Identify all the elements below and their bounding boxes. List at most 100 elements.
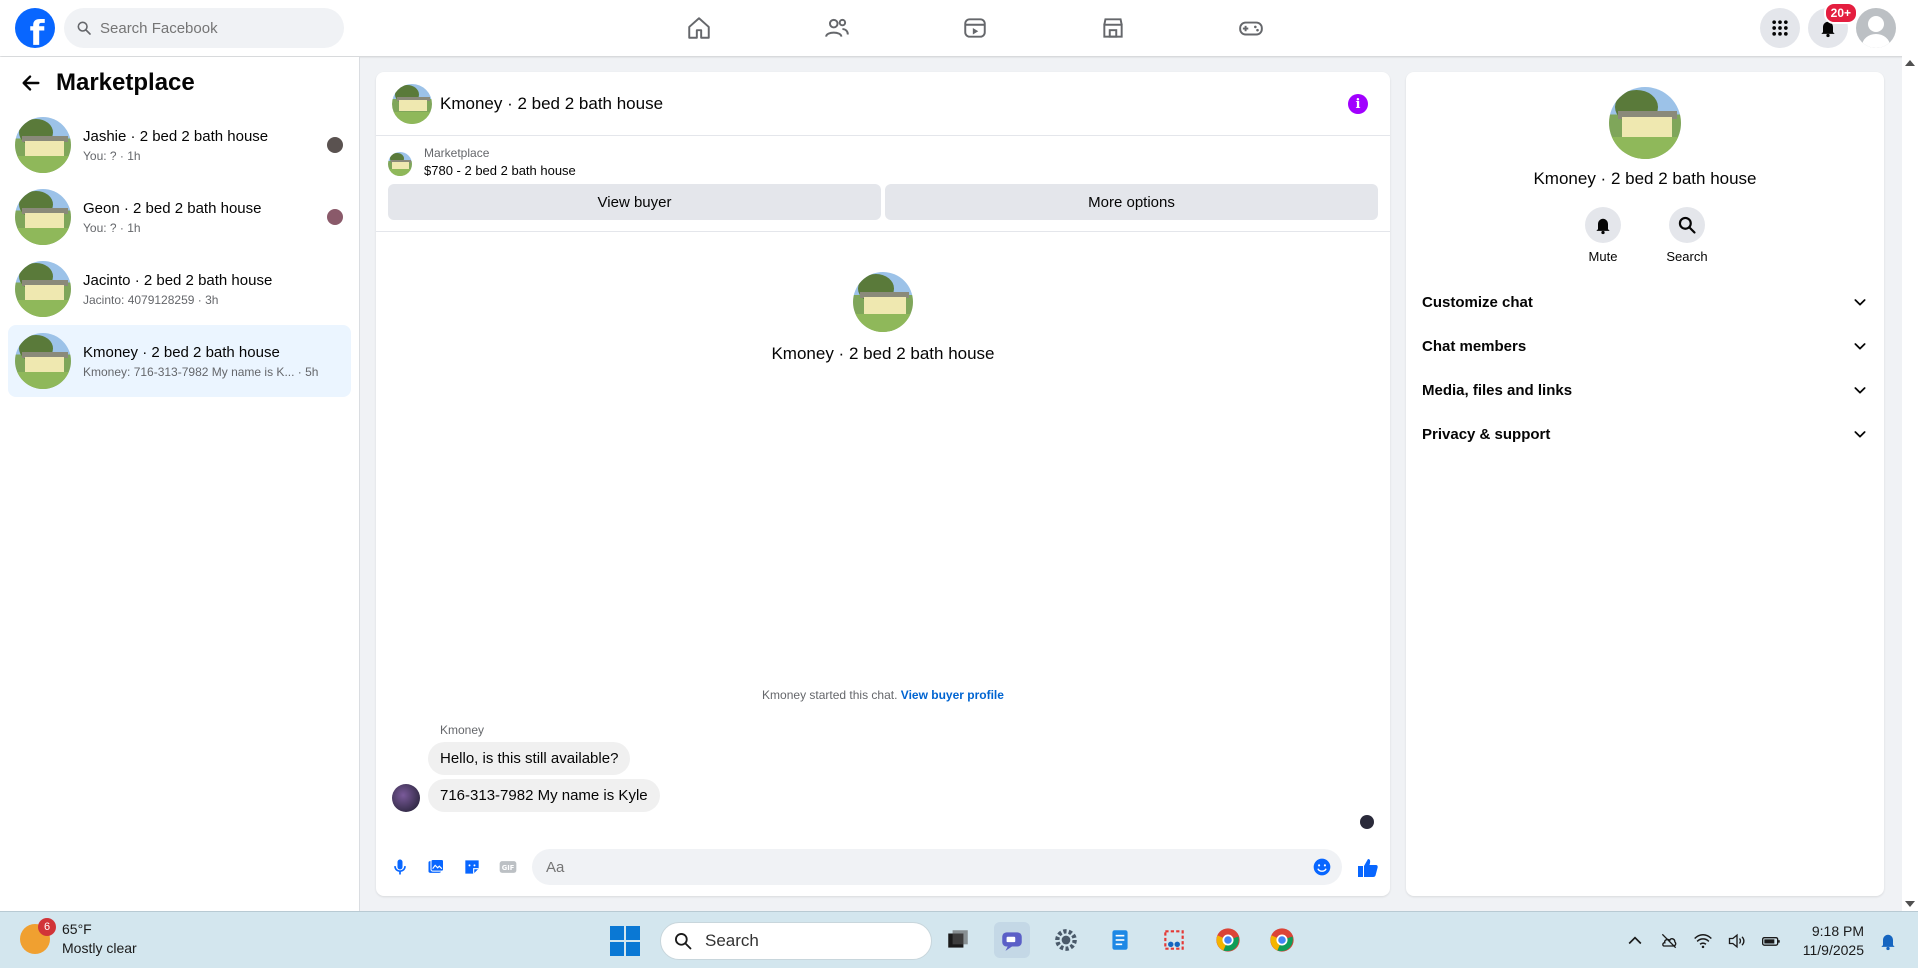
mute-label: Mute	[1588, 249, 1618, 264]
scroll-down-icon[interactable]	[1905, 901, 1915, 907]
conversation-item[interactable]: Jashie · 2 bed 2 bath house You: ? · 1h	[8, 109, 351, 181]
weather-condition: Mostly clear	[62, 940, 137, 956]
notifications-button[interactable]: 20+	[1808, 2, 1858, 48]
sender-avatar[interactable]	[392, 784, 420, 812]
section-label: Privacy & support	[1422, 425, 1551, 443]
chat-header: Kmoney · 2 bed 2 bath house i	[376, 72, 1390, 136]
sidebar-header: Marketplace	[0, 57, 359, 109]
search-action[interactable]: Search	[1663, 207, 1711, 264]
read-receipt-avatar	[327, 209, 343, 225]
taskbar-search[interactable]: Search	[660, 922, 932, 960]
info-avatar[interactable]	[1609, 87, 1681, 159]
chevron-down-icon	[1854, 387, 1866, 394]
listing-thumbnail	[15, 189, 71, 245]
voice-clip-button[interactable]	[390, 857, 410, 877]
conversation-preview: Kmoney: 716-313-7982 My name is K... · 5…	[83, 364, 319, 379]
conversation-name: Jacinto · 2 bed 2 bath house	[83, 271, 273, 289]
nav-gaming[interactable]	[1182, 0, 1320, 56]
media-files-links-section[interactable]: Media, files and links	[1406, 368, 1884, 412]
conversation-item[interactable]: Jacinto · 2 bed 2 bath house Jacinto: 40…	[8, 253, 351, 325]
chevron-down-icon	[1854, 343, 1866, 350]
search-in-chat-button[interactable]	[1669, 207, 1705, 243]
nav-marketplace[interactable]	[1044, 0, 1182, 56]
photo-icon	[428, 859, 444, 873]
notepad-icon[interactable]	[1102, 922, 1138, 958]
privacy-support-section[interactable]: Privacy & support	[1406, 412, 1884, 456]
nav-video[interactable]	[906, 0, 1044, 56]
temperature: 65°F	[62, 921, 92, 937]
chat-info-panel: Kmoney · 2 bed 2 bath house Mute Search …	[1406, 72, 1884, 896]
conversation-name: Kmoney · 2 bed 2 bath house	[83, 343, 280, 361]
snipping-tool-icon[interactable]	[1156, 922, 1192, 958]
profile-avatar[interactable]	[1856, 8, 1896, 48]
facebook-logo-icon[interactable]: f	[15, 8, 55, 48]
weather-widget[interactable]: 6 65°F Mostly clear	[20, 918, 137, 958]
wifi-icon[interactable]	[1693, 931, 1713, 951]
listing-thumbnail[interactable]	[388, 152, 412, 176]
thumbs-up-icon[interactable]	[1356, 856, 1380, 880]
cloud-offline-icon[interactable]	[1659, 931, 1679, 951]
customize-chat-section[interactable]: Customize chat	[1406, 280, 1884, 324]
scroll-up-icon[interactable]	[1905, 60, 1915, 66]
listing-thumbnail	[15, 333, 71, 389]
settings-gear-icon[interactable]	[1048, 922, 1084, 958]
search-box[interactable]	[64, 8, 344, 48]
view-buyer-profile-link[interactable]: View buyer profile	[901, 688, 1004, 702]
conversation-item-active[interactable]: Kmoney · 2 bed 2 bath house Kmoney: 716-…	[8, 325, 351, 397]
gif-button[interactable]: GIF	[498, 857, 518, 877]
listing-banner: Marketplace $780 - 2 bed 2 bath house Vi…	[376, 136, 1390, 232]
info-chat-name: Kmoney · 2 bed 2 bath house	[1533, 169, 1757, 188]
account-controls: 20+	[1760, 2, 1896, 48]
page-scrollbar[interactable]	[1902, 56, 1918, 911]
home-icon	[688, 17, 710, 39]
view-buyer-button[interactable]: View buyer	[388, 184, 881, 220]
menu-button[interactable]	[1760, 8, 1800, 48]
sidebar-title: Marketplace	[56, 69, 195, 96]
grid-menu-icon	[1772, 20, 1788, 36]
volume-icon[interactable]	[1727, 931, 1747, 951]
clock-time: 9:18 PM	[1811, 923, 1864, 939]
listing-label: Marketplace	[424, 146, 490, 160]
conversation-name: Geon · 2 bed 2 bath house	[83, 199, 262, 217]
more-options-button[interactable]: More options	[885, 184, 1378, 220]
main-nav	[630, 0, 1320, 56]
chat-avatar[interactable]	[392, 83, 432, 124]
read-receipt-avatar	[327, 137, 343, 153]
back-arrow-icon[interactable]	[20, 72, 42, 94]
chat-members-section[interactable]: Chat members	[1406, 324, 1884, 368]
search-input[interactable]	[100, 19, 320, 37]
message-composer: GIF	[376, 845, 1390, 889]
info-icon[interactable]: i	[1348, 94, 1368, 114]
battery-icon[interactable]	[1761, 931, 1781, 951]
chat-intro: Kmoney · 2 bed 2 bath house	[376, 272, 1390, 364]
nav-home[interactable]	[630, 0, 768, 56]
chevron-up-icon[interactable]	[1625, 931, 1645, 951]
taskbar-search-label: Search	[705, 931, 759, 950]
attach-photo-button[interactable]	[426, 857, 446, 877]
message-bubble[interactable]: 716-313-7982 My name is Kyle	[428, 779, 660, 812]
chat-title[interactable]: Kmoney · 2 bed 2 bath house	[440, 94, 663, 114]
task-view-icon[interactable]	[940, 922, 976, 958]
conversation-name: Jashie · 2 bed 2 bath house	[83, 127, 269, 145]
chrome-profile-icon[interactable]	[1264, 922, 1300, 958]
mute-action[interactable]: Mute	[1579, 207, 1627, 264]
meet-app-icon[interactable]	[994, 922, 1030, 958]
info-sections: Customize chat Chat members Media, files…	[1406, 280, 1884, 456]
listing-price-title[interactable]: $780 - 2 bed 2 bath house	[424, 163, 576, 178]
nav-friends[interactable]	[768, 0, 906, 56]
marketplace-sidebar: Marketplace Jashie · 2 bed 2 bath house …	[0, 57, 360, 911]
chrome-icon[interactable]	[1210, 922, 1246, 958]
clock[interactable]: 9:18 PM 11/9/2025	[1803, 922, 1864, 960]
emoji-icon[interactable]	[1312, 857, 1332, 877]
mute-button[interactable]	[1585, 207, 1621, 243]
svg-text:GIF: GIF	[502, 864, 515, 872]
notification-bell-icon[interactable]	[1878, 931, 1898, 951]
message-input-box[interactable]	[532, 849, 1342, 885]
gif-icon: GIF	[499, 861, 517, 873]
message-bubble[interactable]: Hello, is this still available?	[428, 742, 631, 775]
listing-thumbnail	[15, 261, 71, 317]
message-input[interactable]	[546, 858, 1286, 876]
sticker-button[interactable]	[462, 857, 482, 877]
conversation-item[interactable]: Geon · 2 bed 2 bath house You: ? · 1h	[8, 181, 351, 253]
windows-start-icon[interactable]	[610, 926, 640, 956]
